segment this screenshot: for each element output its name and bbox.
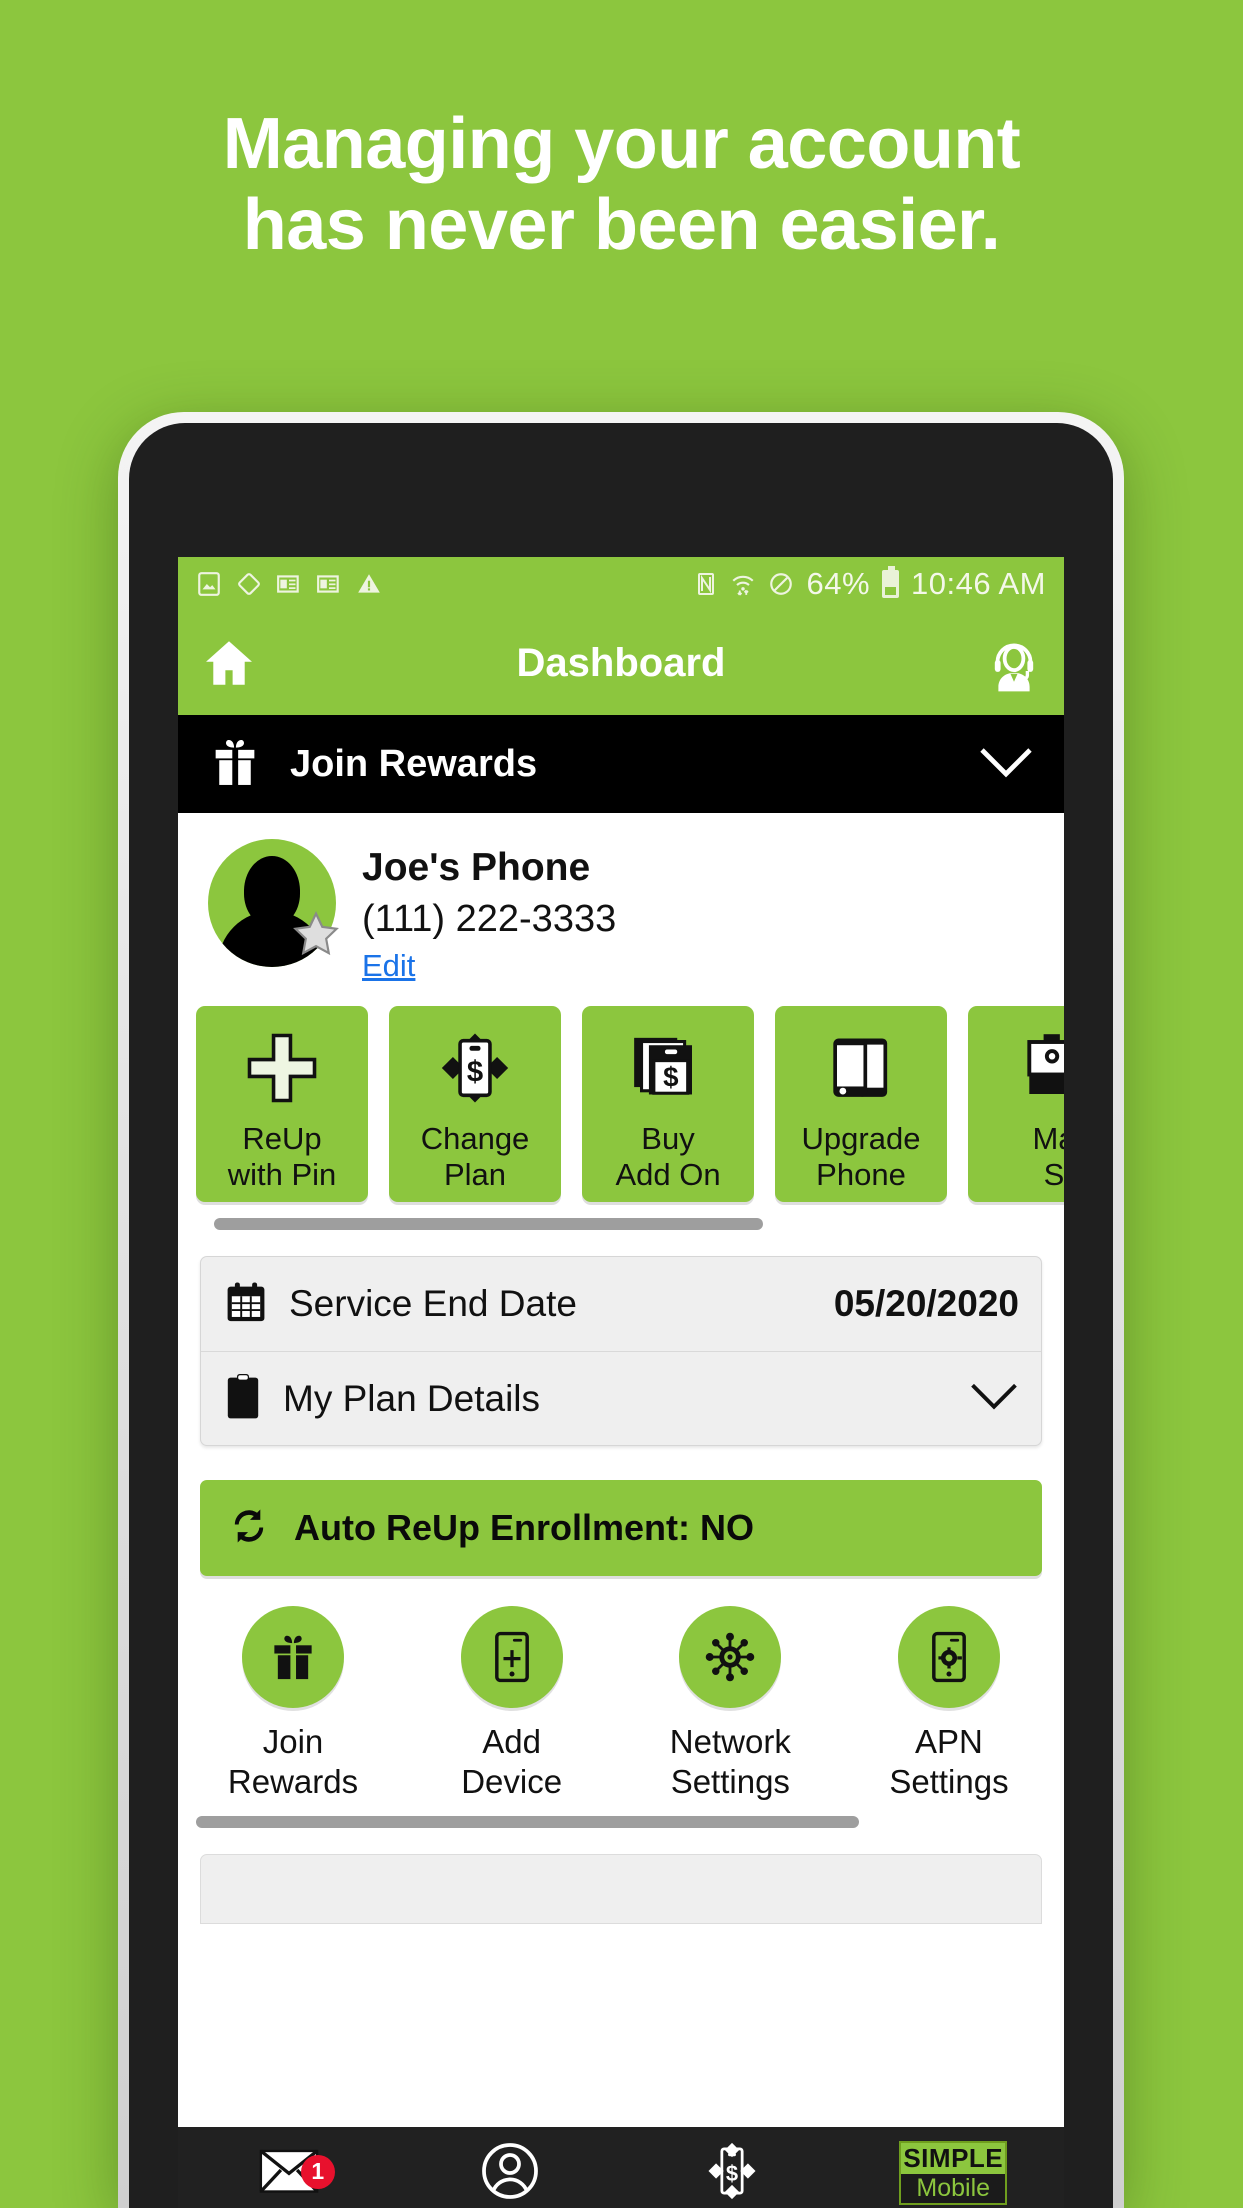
- star-icon: [290, 908, 342, 965]
- battery-icon: [882, 566, 900, 598]
- circle-action-add-device[interactable]: Add Device: [419, 1606, 605, 1801]
- nfc-icon: [694, 571, 718, 597]
- status-bar-clock: 10:46 AM: [911, 566, 1046, 601]
- gift-icon: [242, 1606, 344, 1709]
- gift-icon: [208, 734, 262, 795]
- two-phones-icon: [821, 1022, 901, 1114]
- circle-action-label: Network Settings: [669, 1723, 791, 1800]
- nav-item-brand-logo[interactable]: SIMPLE Mobile: [843, 2141, 1065, 2205]
- nav-item-messages[interactable]: 1: [178, 2147, 400, 2200]
- app-bar: Dashboard: [178, 611, 1064, 715]
- tile-label: Upgrade Phone: [801, 1121, 921, 1192]
- next-card-partial: [200, 1853, 1042, 1924]
- circle-action-apn-settings[interactable]: APN Settings: [856, 1606, 1042, 1801]
- quick-actions-scrollbar[interactable]: [214, 1218, 1046, 1231]
- tile-label: Buy Add On: [615, 1121, 721, 1192]
- profile-info: Joe's Phone (111) 222-3333 Edit: [362, 839, 616, 984]
- bottom-navigation-bar: 1 $ SIMPLE Mobile: [178, 2127, 1064, 2208]
- tile-manage-services[interactable]: MaS: [968, 1006, 1064, 1203]
- chevron-down-icon[interactable]: [978, 745, 1034, 784]
- phone-top-bezel: [178, 423, 1064, 557]
- join-rewards-label: Join Rewards: [290, 742, 538, 785]
- svg-text:$: $: [467, 1057, 483, 1089]
- row-my-plan-details[interactable]: My Plan Details: [201, 1351, 1041, 1445]
- logo-line-1: SIMPLE: [901, 2143, 1006, 2174]
- messages-badge: 1: [300, 2154, 335, 2189]
- sim-card-icon: [1015, 1022, 1064, 1114]
- promo-screenshot: Managing your account has never been eas…: [0, 0, 1243, 2208]
- circle-action-label: APN Settings: [889, 1723, 1009, 1800]
- calendar-icon: [223, 1279, 269, 1330]
- page-title: Dashboard: [516, 640, 726, 685]
- status-bar: 64% 10:46 AM: [178, 557, 1064, 611]
- service-end-date-label: Service End Date: [289, 1283, 577, 1325]
- profile-phone-number: (111) 222-3333: [362, 898, 617, 941]
- circle-action-join-rewards[interactable]: Join Rewards: [200, 1606, 386, 1801]
- profile-name: Joe's Phone: [362, 846, 591, 889]
- promo-headline: Managing your account has never been eas…: [0, 104, 1243, 265]
- phone-mockup: 64% 10:46 AM Dashboard Join Rewards Joe'…: [118, 412, 1124, 2208]
- do-not-disturb-icon: [768, 571, 794, 597]
- tile-reup-with-pin[interactable]: ReUp with Pin: [196, 1006, 368, 1203]
- circle-actions-scrollbar[interactable]: [196, 1815, 1046, 1828]
- dollar-card-icon: $: [436, 1022, 514, 1114]
- quick-actions-strip: ReUp with Pin $ Change Plan $ Buy Add On…: [178, 1006, 1064, 1231]
- phone-gear-icon: [897, 1606, 1000, 1709]
- promo-headline-line1: Managing your account: [222, 104, 1021, 184]
- circle-action-label: Join Rewards: [227, 1723, 359, 1800]
- tile-upgrade-phone[interactable]: Upgrade Phone: [775, 1006, 947, 1203]
- battery-percent: 64%: [806, 566, 871, 601]
- simple-mobile-logo: SIMPLE Mobile: [899, 2141, 1008, 2205]
- avatar-icon[interactable]: [208, 839, 339, 967]
- circle-actions: Join Rewards Add Device Network Settings…: [178, 1576, 1064, 1801]
- phone-bezel: 64% 10:46 AM Dashboard Join Rewards Joe'…: [129, 423, 1113, 2208]
- svg-text:$: $: [726, 2161, 738, 2186]
- row-service-end-date[interactable]: Service End Date 05/20/2020: [201, 1257, 1041, 1351]
- dollar-card-icon: $: [706, 2141, 758, 2206]
- promo-headline-line2: has never been easier.: [242, 184, 1001, 265]
- tag-icon: [236, 571, 262, 597]
- my-plan-details-label: My Plan Details: [283, 1377, 541, 1419]
- tile-label: ReUp with Pin: [227, 1121, 337, 1192]
- tile-label: MaS: [1032, 1121, 1064, 1192]
- profile-section: Joe's Phone (111) 222-3333 Edit: [178, 813, 1064, 1007]
- svg-text:$: $: [663, 1062, 678, 1093]
- image-icon: [196, 571, 222, 597]
- scrollbar-thumb[interactable]: [214, 1218, 764, 1231]
- plan-info-card: Service End Date 05/20/2020 My Plan Deta…: [200, 1256, 1042, 1447]
- status-bar-left-icons: [196, 571, 382, 597]
- service-end-date-value: 05/20/2020: [833, 1283, 1019, 1325]
- headset-agent-icon[interactable]: [986, 634, 1042, 692]
- status-bar-right: 64% 10:46 AM: [694, 566, 1046, 602]
- tile-label: Change Plan: [420, 1121, 530, 1192]
- logo-line-2: Mobile: [901, 2174, 1006, 2203]
- edit-profile-link[interactable]: Edit: [362, 948, 415, 984]
- plus-icon: [243, 1022, 321, 1114]
- warning-icon: [356, 571, 382, 597]
- circle-action-network-settings[interactable]: Network Settings: [637, 1606, 823, 1801]
- tile-buy-add-on[interactable]: $ Buy Add On: [582, 1006, 754, 1203]
- chevron-down-icon[interactable]: [969, 1381, 1019, 1416]
- news-icon: [316, 571, 342, 597]
- tile-change-plan[interactable]: $ Change Plan: [389, 1006, 561, 1203]
- news-icon: [276, 571, 302, 597]
- nav-item-plan[interactable]: $: [621, 2141, 843, 2206]
- profile-icon: [480, 2141, 540, 2206]
- auto-reup-label: Auto ReUp Enrollment: NO: [294, 1507, 754, 1549]
- app-screen: 64% 10:46 AM Dashboard Join Rewards Joe'…: [178, 557, 1064, 2208]
- circle-action-label: Add Device: [461, 1723, 563, 1800]
- nav-item-account[interactable]: [400, 2141, 622, 2206]
- network-gear-icon: [679, 1606, 782, 1709]
- refresh-icon: [226, 1503, 272, 1554]
- join-rewards-banner[interactable]: Join Rewards: [178, 715, 1064, 813]
- auto-reup-enrollment-button[interactable]: Auto ReUp Enrollment: NO: [200, 1480, 1042, 1577]
- wifi-transfer-icon: [730, 571, 756, 597]
- phone-plus-icon: [460, 1606, 563, 1709]
- scrollbar-thumb[interactable]: [196, 1815, 859, 1828]
- quick-actions-list[interactable]: ReUp with Pin $ Change Plan $ Buy Add On…: [196, 1006, 1064, 1203]
- home-icon[interactable]: [200, 634, 258, 692]
- clipboard-icon: [223, 1372, 263, 1425]
- dollar-stack-icon: $: [628, 1022, 708, 1114]
